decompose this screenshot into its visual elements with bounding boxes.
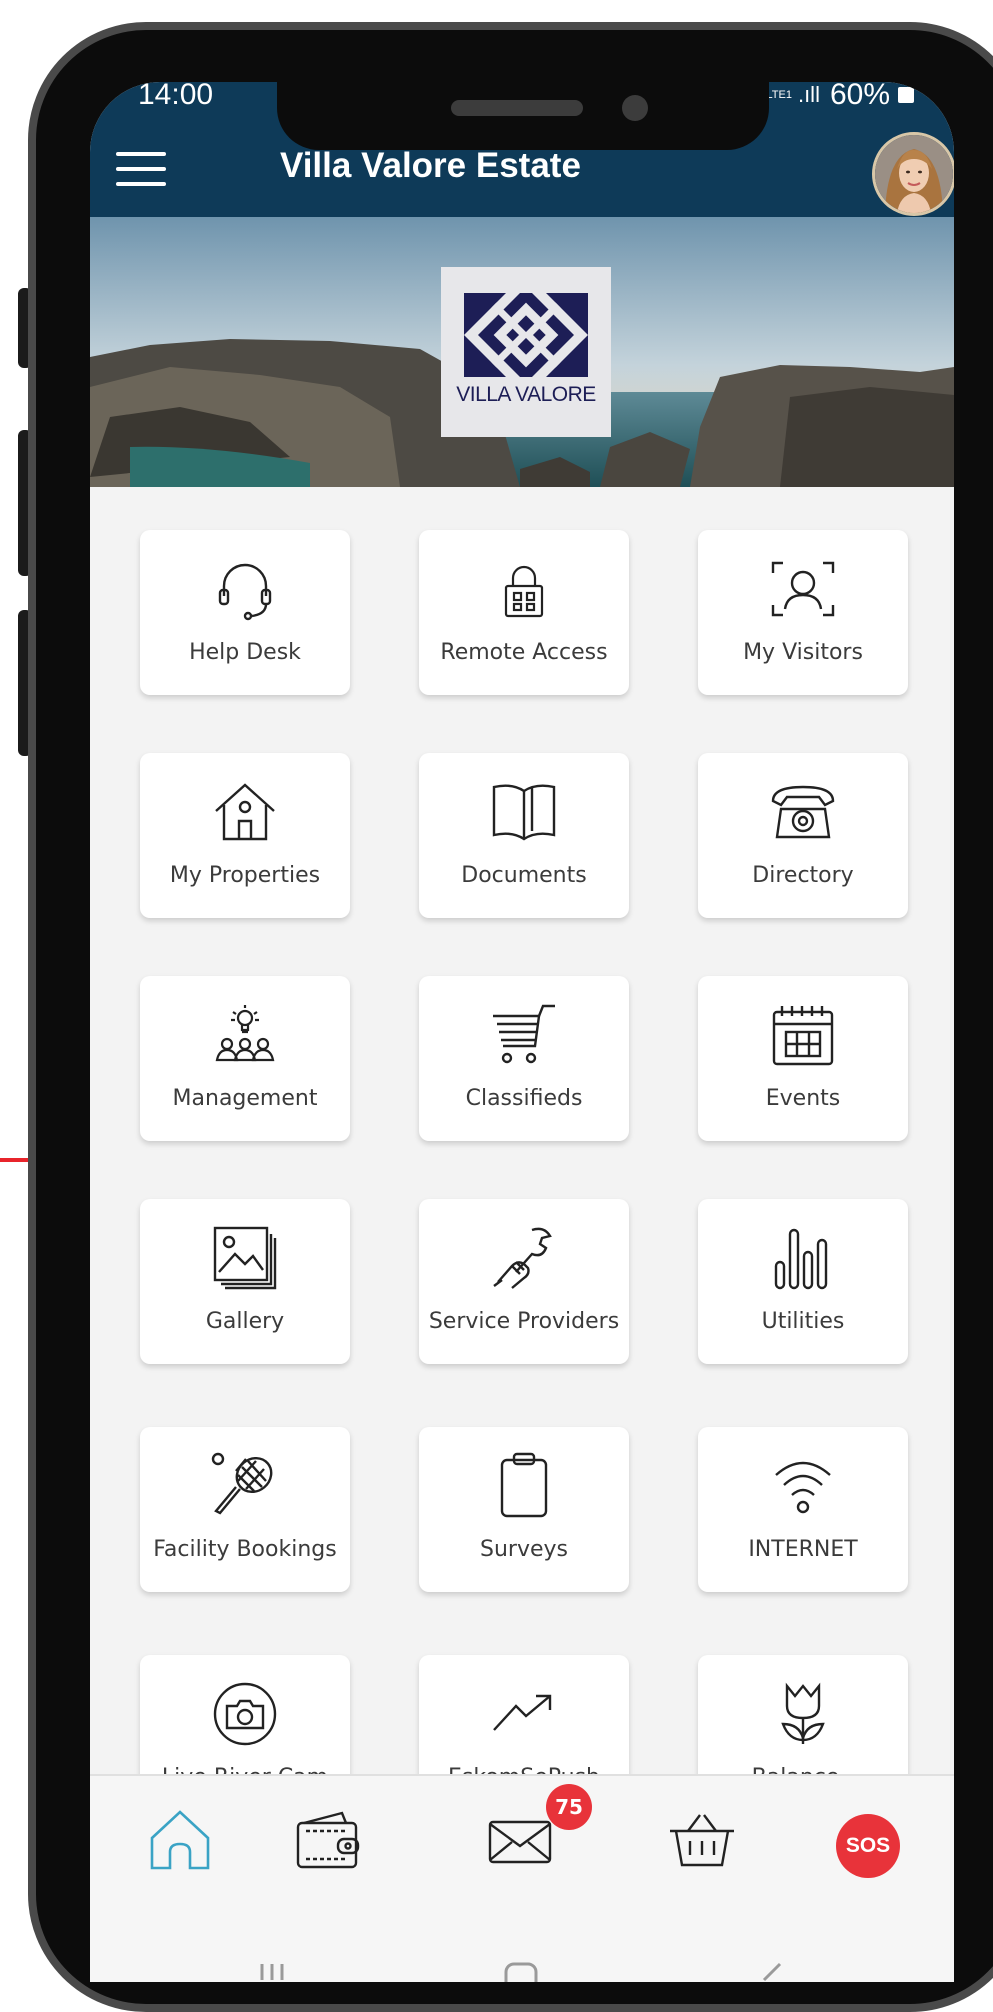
tile-remote-access[interactable]: Remote Access	[419, 530, 629, 695]
estate-logo: VILLA VALORE	[441, 267, 611, 437]
tile-help-desk[interactable]: Help Desk	[140, 530, 350, 695]
tile-service-providers[interactable]: Service Providers	[419, 1199, 629, 1364]
tile-label: My Visitors	[743, 640, 863, 665]
sos-button[interactable]: SOS	[836, 1814, 900, 1878]
profile-avatar[interactable]	[872, 132, 954, 216]
system-home-icon[interactable]	[504, 1962, 538, 1982]
signal-icon: .ıll	[797, 82, 820, 107]
nav-wallet[interactable]	[288, 1800, 368, 1880]
tile-label: Directory	[752, 863, 854, 888]
camera-notch	[277, 82, 769, 150]
house-icon	[215, 783, 275, 841]
headset-icon	[218, 563, 272, 621]
open-book-icon	[492, 784, 556, 841]
tile-events[interactable]: Events	[698, 976, 908, 1141]
system-navigation-bar	[90, 1900, 954, 1982]
qr-padlock-icon	[504, 565, 544, 618]
app-title: Villa Valore Estate	[280, 146, 581, 185]
tile-internet[interactable]: INTERNET	[698, 1427, 908, 1592]
home-icon	[150, 1810, 210, 1870]
status-time: 14:00	[138, 82, 214, 111]
tile-gallery[interactable]: Gallery	[140, 1199, 350, 1364]
recent-apps-icon[interactable]	[260, 1964, 284, 1980]
tile-utilities[interactable]: Utilities	[698, 1199, 908, 1364]
phone-screen: 14:00 LTE1 .ıll 60% Villa Valore Estate	[90, 82, 954, 1982]
villa-valore-logo-icon	[464, 293, 588, 377]
calendar-icon	[772, 1006, 834, 1066]
tile-my-visitors[interactable]: My Visitors	[698, 530, 908, 695]
tulip-icon	[781, 1682, 825, 1744]
shopping-cart-icon	[493, 1004, 555, 1064]
estate-banner: VILLA VALORE	[90, 217, 954, 487]
tile-label: INTERNET	[748, 1537, 858, 1562]
wifi-icon	[775, 1461, 831, 1514]
photo-gallery-icon	[213, 1226, 277, 1290]
app-header: 14:00 LTE1 .ıll 60% Villa Valore Estate	[90, 82, 954, 217]
bottom-navigation: 75 SOS	[90, 1774, 954, 1902]
tile-label: Surveys	[480, 1537, 568, 1562]
tile-surveys[interactable]: Surveys	[419, 1427, 629, 1592]
telephone-icon	[771, 785, 835, 839]
tennis-racket-icon	[211, 1452, 273, 1515]
tile-classifieds[interactable]: Classifieds	[419, 976, 629, 1141]
battery-level: 60%	[829, 82, 890, 111]
tile-documents[interactable]: Documents	[419, 753, 629, 918]
tile-label: Remote Access	[440, 640, 608, 665]
bar-chart-icon	[774, 1228, 828, 1290]
logo-text: VILLA VALORE	[456, 383, 596, 406]
envelope-icon	[488, 1820, 552, 1864]
nav-home[interactable]	[140, 1800, 220, 1880]
tile-label: Gallery	[205, 1309, 285, 1334]
tile-label: Classifieds	[465, 1086, 583, 1111]
tile-directory[interactable]: Directory	[698, 753, 908, 918]
hamburger-menu-icon[interactable]	[116, 152, 166, 188]
nav-basket[interactable]	[662, 1800, 742, 1880]
tile-label: My Properties	[169, 863, 321, 888]
tile-label: Management	[172, 1086, 318, 1111]
status-indicators: LTE1 .ıll 60%	[766, 82, 914, 112]
team-idea-icon	[215, 1005, 275, 1062]
clipboard-icon	[500, 1452, 548, 1518]
tile-my-properties[interactable]: My Properties	[140, 753, 350, 918]
system-back-icon[interactable]	[762, 1962, 782, 1982]
trending-up-icon	[493, 1694, 552, 1731]
tile-label: Utilities	[761, 1309, 845, 1334]
tile-label: Service Providers	[428, 1309, 620, 1334]
messages-badge: 75	[546, 1784, 592, 1830]
wallet-icon	[296, 1811, 360, 1869]
front-camera	[622, 95, 648, 121]
basket-icon	[670, 1814, 734, 1867]
camera-icon	[213, 1682, 277, 1746]
tile-label: Documents	[461, 863, 587, 888]
speaker-grille	[451, 100, 583, 116]
battery-icon	[898, 87, 914, 103]
tile-facility-bookings[interactable]: Facility Bookings	[140, 1427, 350, 1592]
network-type: LTE1	[766, 88, 792, 101]
tile-label: Help Desk	[189, 640, 301, 665]
hand-wrench-icon	[493, 1227, 552, 1289]
tile-management[interactable]: Management	[140, 976, 350, 1141]
tile-label: Events	[765, 1086, 841, 1111]
tile-label: Facility Bookings	[153, 1537, 337, 1562]
face-scan-icon	[771, 561, 835, 617]
